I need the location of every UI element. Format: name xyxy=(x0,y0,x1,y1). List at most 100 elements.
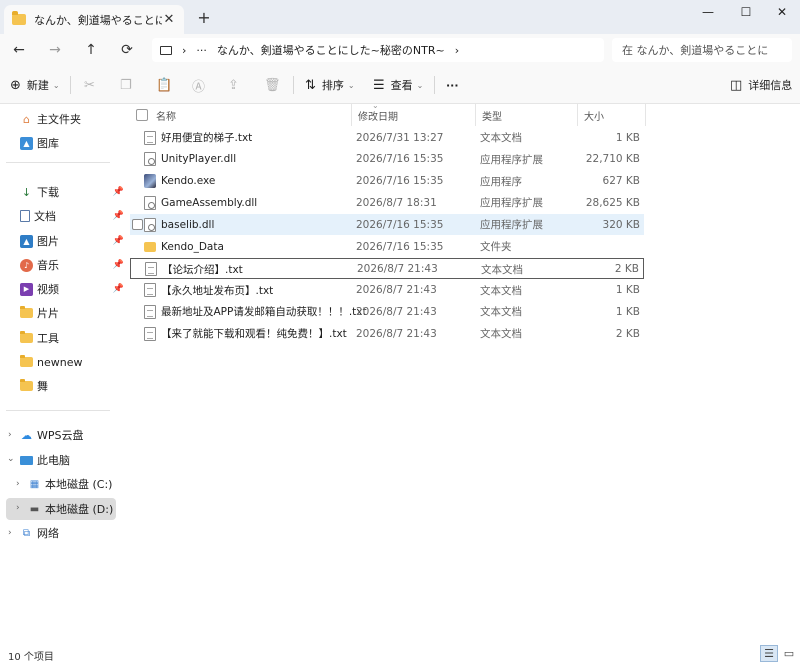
file-row[interactable]: baselib.dll 2026/7/16 15:35 应用程序扩展 320 KB xyxy=(130,214,644,236)
breadcrumb-current[interactable]: なんか、剣道場やることにした~秘密のNTR~ xyxy=(217,42,445,58)
navigation-pane: ⌂ 主文件夹 ▲ 图库 ↓ 下载 📌 文档 📌 ▲ 图片 📌 ♪ 音乐 📌 ▶ … xyxy=(0,104,124,644)
expand-chevron-icon[interactable]: › xyxy=(16,503,20,513)
collapse-chevron-icon[interactable]: ⌄ xyxy=(7,454,15,464)
maximize-button[interactable]: ☐ xyxy=(728,0,764,24)
refresh-button[interactable]: ⟳ xyxy=(116,40,138,60)
divider xyxy=(6,162,110,163)
more-button[interactable]: ··· xyxy=(446,75,459,95)
file-name: GameAssembly.dll xyxy=(161,196,258,209)
details-button[interactable]: ◫ 详细信息 xyxy=(730,75,792,95)
sidebar-item-home[interactable]: ⌂ 主文件夹 xyxy=(20,108,128,130)
rename-button[interactable]: Ⓐ xyxy=(192,75,211,95)
sort-icon: ⇅ xyxy=(305,77,316,93)
dll-file-icon xyxy=(144,217,156,232)
file-name-cell[interactable]: 【来了就能下载和观看！纯免费！】.txt xyxy=(144,323,350,344)
tab-current[interactable]: なんか、剣道場やることにし, ✕ xyxy=(4,5,184,34)
file-name: Kendo.exe xyxy=(161,175,216,188)
expand-chevron-icon[interactable]: › xyxy=(8,430,12,440)
address-overflow[interactable]: ··· xyxy=(196,44,207,57)
sidebar-item-documents[interactable]: 文档 📌 xyxy=(20,205,128,227)
sidebar-item-pianpian[interactable]: 片片 xyxy=(20,302,128,324)
sidebar-item-pictures[interactable]: ▲ 图片 📌 xyxy=(20,230,128,252)
expand-chevron-icon[interactable]: › xyxy=(16,479,20,489)
file-name: 【论坛介绍】.txt xyxy=(162,263,243,276)
sidebar-item-network[interactable]: ⧉ 网络 xyxy=(20,522,128,544)
sidebar-item-this-pc[interactable]: 此电脑 xyxy=(20,449,128,471)
minimize-button[interactable]: — xyxy=(690,0,726,24)
sidebar-item-wps[interactable]: ☁ WPS云盘 xyxy=(20,424,128,446)
view-button[interactable]: ☰ 查看 ⌄ xyxy=(373,75,423,95)
file-row[interactable]: Kendo.exe 2026/7/16 15:35 应用程序 627 KB xyxy=(130,171,644,192)
file-name-cell[interactable]: Kendo.exe xyxy=(144,171,350,192)
chevron-down-icon: ⌄ xyxy=(52,80,60,90)
sidebar-item-label: newnew xyxy=(37,355,83,369)
file-type: 文本文档 xyxy=(480,306,522,319)
new-label: 新建 xyxy=(26,79,49,92)
file-type: 应用程序扩展 xyxy=(480,219,543,232)
copy-button[interactable]: ❐ xyxy=(120,75,138,95)
sidebar-item-disk-d[interactable]: › ▬ 本地磁盘 (D:) xyxy=(6,498,116,520)
paste-button[interactable]: 📋 xyxy=(156,75,178,95)
file-row[interactable]: 最新地址及APP请发邮箱自动获取！！！.txt 2026/8/7 21:43 文本文… xyxy=(130,301,644,322)
share-icon: ⇪ xyxy=(228,77,239,93)
plus-circle-icon: ⊕ xyxy=(10,77,21,93)
file-name-cell[interactable]: 好用便宜的梯子.txt xyxy=(144,127,350,148)
forward-button[interactable]: → xyxy=(44,40,66,60)
select-all-checkbox[interactable] xyxy=(136,109,148,121)
file-row[interactable]: 【永久地址发布页】.txt 2026/8/7 21:43 文本文档 1 KB xyxy=(130,280,644,301)
column-header-type[interactable]: 类型 xyxy=(476,104,578,126)
file-row[interactable]: 【论坛介绍】.txt 2026/8/7 21:43 文本文档 2 KB xyxy=(130,257,644,280)
row-checkbox[interactable] xyxy=(132,219,143,231)
file-size: 22,710 KB xyxy=(585,153,640,166)
file-date: 2026/7/31 13:27 xyxy=(356,131,444,144)
address-chevron[interactable]: › xyxy=(182,44,186,57)
back-button[interactable]: ← xyxy=(8,40,30,60)
sidebar-item-downloads[interactable]: ↓ 下载 📌 xyxy=(20,181,128,203)
view-icon: ☰ xyxy=(373,77,385,93)
sidebar-item-newnew[interactable]: newnew xyxy=(20,351,128,373)
sidebar-item-dance[interactable]: 舞 xyxy=(20,375,128,397)
column-header-name[interactable]: 名称 xyxy=(150,104,352,126)
file-name-cell[interactable]: 【永久地址发布页】.txt xyxy=(144,280,350,301)
file-name-cell[interactable]: 【论坛介绍】.txt xyxy=(145,259,351,280)
sidebar-item-videos[interactable]: ▶ 视频 📌 xyxy=(20,278,128,300)
drive-icon: ▬ xyxy=(29,503,40,515)
up-button[interactable]: ↑ xyxy=(80,40,102,60)
new-tab-button[interactable]: + xyxy=(196,8,212,27)
sidebar-item-disk-c[interactable]: ▦ 本地磁盘 (C:) xyxy=(28,473,114,495)
search-input[interactable]: 在 なんか、剣道場やることに xyxy=(612,38,792,62)
file-row[interactable]: Kendo_Data 2026/7/16 15:35 文件夹 xyxy=(130,236,644,257)
tab-close-icon[interactable]: ✕ xyxy=(162,12,176,27)
sidebar-item-gallery[interactable]: ▲ 图库 xyxy=(20,132,128,154)
share-button[interactable]: ⇪ xyxy=(228,75,245,95)
file-name-cell[interactable]: UnityPlayer.dll xyxy=(144,149,350,170)
file-name-cell[interactable]: baselib.dll xyxy=(144,214,350,235)
address-bar[interactable]: › ··· なんか、剣道場やることにした~秘密のNTR~ › xyxy=(152,38,604,62)
file-date: 2026/8/7 18:31 xyxy=(356,196,437,209)
new-button[interactable]: ⊕ 新建 ⌄ xyxy=(10,75,60,95)
expand-chevron-icon[interactable]: › xyxy=(8,528,12,538)
tiles-view-button[interactable]: ▭ xyxy=(780,645,798,662)
close-button[interactable]: ✕ xyxy=(764,0,800,24)
file-row[interactable]: 好用便宜的梯子.txt 2026/7/31 13:27 文本文档 1 KB xyxy=(130,127,644,148)
file-row[interactable]: UnityPlayer.dll 2026/7/16 15:35 应用程序扩展 22,7… xyxy=(130,149,644,170)
sidebar-item-tools[interactable]: 工具 xyxy=(20,327,128,349)
file-type: 文本文档 xyxy=(481,263,523,276)
details-view-button[interactable]: ☰ xyxy=(760,645,778,662)
address-chevron-end[interactable]: › xyxy=(455,44,459,57)
folder-icon xyxy=(20,379,33,393)
cut-button[interactable]: ✂ xyxy=(84,75,101,95)
sort-button[interactable]: ⇅ 排序 ⌄ xyxy=(305,75,355,95)
file-row[interactable]: 【来了就能下载和观看！纯免费！】.txt 2026/8/7 21:43 文本文档 2 … xyxy=(130,323,644,344)
file-name: Kendo_Data xyxy=(161,240,224,253)
file-name-cell[interactable]: GameAssembly.dll xyxy=(144,192,350,213)
text-file-icon xyxy=(144,130,156,145)
file-name-cell[interactable]: Kendo_Data xyxy=(144,236,350,257)
delete-button[interactable]: 🗑 xyxy=(264,75,287,95)
file-size: 1 KB xyxy=(615,131,640,144)
column-header-date[interactable]: 修改日期 xyxy=(352,104,476,126)
file-name-cell[interactable]: 最新地址及APP请发邮箱自动获取！！！.txt xyxy=(144,301,367,322)
column-header-size[interactable]: 大小 xyxy=(578,104,646,126)
file-row[interactable]: GameAssembly.dll 2026/8/7 18:31 应用程序扩展 28,6… xyxy=(130,192,644,213)
sidebar-item-music[interactable]: ♪ 音乐 📌 xyxy=(20,254,128,276)
